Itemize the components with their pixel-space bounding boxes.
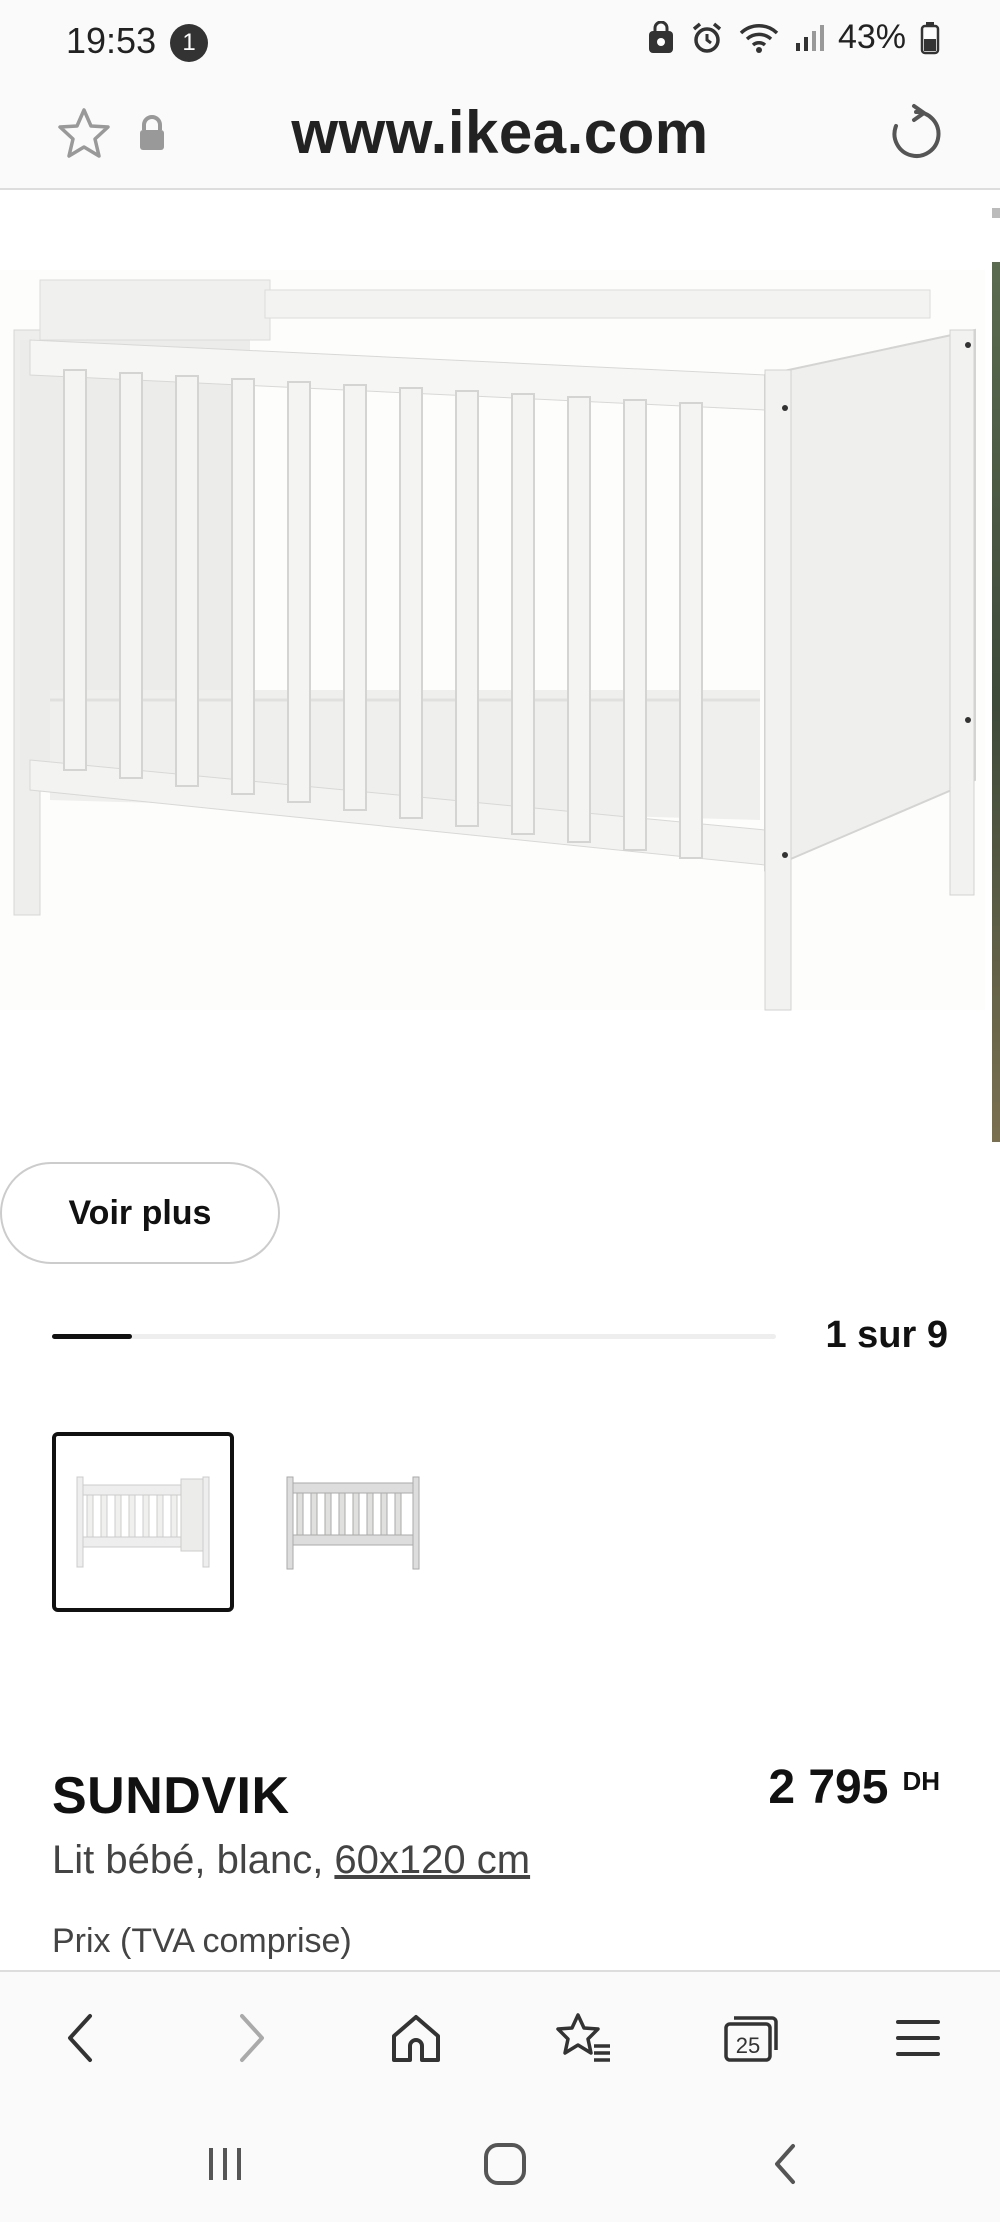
signal-icon [795, 24, 824, 51]
wifi-icon [739, 23, 779, 53]
price-note: Prix (TVA comprise) [52, 1922, 352, 1960]
battery-icon [920, 21, 940, 54]
bookmarks-icon [556, 2013, 610, 2062]
tabs-icon: 25 [724, 2016, 778, 2062]
forward-button[interactable] [212, 1998, 292, 2078]
description-text: Lit bébé, blanc, [52, 1838, 335, 1882]
battery-percent: 43% [837, 18, 906, 56]
crib-image [0, 270, 985, 1011]
status-icons: 43% [646, 18, 940, 57]
browser-toolbar: 25 [0, 1970, 1000, 2102]
next-image-peek[interactable] [992, 262, 1000, 1142]
alarm-icon [692, 22, 722, 53]
svg-text:25: 25 [736, 2033, 760, 2058]
back-nav-icon [775, 2144, 795, 2184]
see-more-button[interactable]: Voir plus [0, 1162, 280, 1264]
recycle-lock-icon [648, 20, 673, 53]
crib-thumbnail-image [286, 1476, 420, 1570]
price-amount: 2 795 [768, 1761, 889, 1814]
gallery-progress-fill [52, 1334, 132, 1339]
url-bar: www.ikea.com [0, 84, 1000, 190]
home-button[interactable] [376, 1998, 456, 2078]
size-link[interactable]: 60x120 cm [334, 1838, 530, 1882]
thumbnail-crib-front[interactable] [52, 1432, 234, 1612]
price-currency: DH [902, 1766, 940, 1796]
product-name: SUNDVIK [52, 1767, 290, 1825]
product-description: Lit bébé, blanc, 60x120 cm [52, 1838, 530, 1883]
status-time: 19:53 [66, 20, 157, 61]
recents-icon [209, 2148, 241, 2180]
bookmarks-button[interactable] [544, 1998, 624, 2078]
notification-badge: 1 [170, 24, 208, 62]
android-nav-bar [0, 2102, 1000, 2222]
menu-icon [896, 2020, 940, 2056]
home-nav-icon [484, 2143, 526, 2185]
scroll-indicator [992, 208, 1000, 218]
tabs-button[interactable]: 25 [710, 1998, 790, 2078]
gallery-position-label: 1 sur 9 [825, 1314, 948, 1356]
url-text[interactable]: www.ikea.com [0, 98, 1000, 167]
gallery-progress-track [52, 1334, 776, 1339]
home-icon [392, 2015, 440, 2062]
product-price: 2 795 DH [768, 1760, 940, 1815]
status-bar: 19:53 1 43% [0, 0, 1000, 84]
forward-icon [240, 2014, 264, 2062]
product-image[interactable] [0, 192, 1000, 1142]
recents-button[interactable] [190, 2134, 260, 2194]
thumbnail-crib-grey[interactable] [262, 1432, 444, 1612]
menu-button[interactable] [878, 1998, 958, 2078]
back-nav-button[interactable] [750, 2134, 820, 2194]
back-button[interactable] [40, 1998, 120, 2078]
home-nav-button[interactable] [470, 2134, 540, 2194]
crib-thumbnail-image [76, 1476, 210, 1568]
reload-icon[interactable] [884, 102, 948, 166]
back-icon [68, 2014, 92, 2062]
